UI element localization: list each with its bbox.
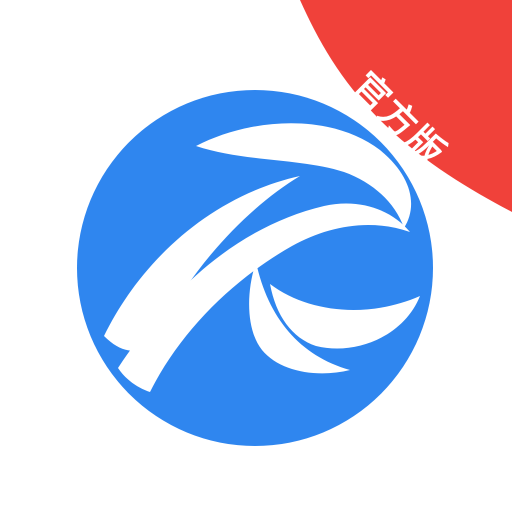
swirl-eagle-logo-icon bbox=[77, 90, 433, 446]
app-icon: 官方版 bbox=[0, 0, 512, 512]
logo-circle bbox=[77, 90, 433, 446]
